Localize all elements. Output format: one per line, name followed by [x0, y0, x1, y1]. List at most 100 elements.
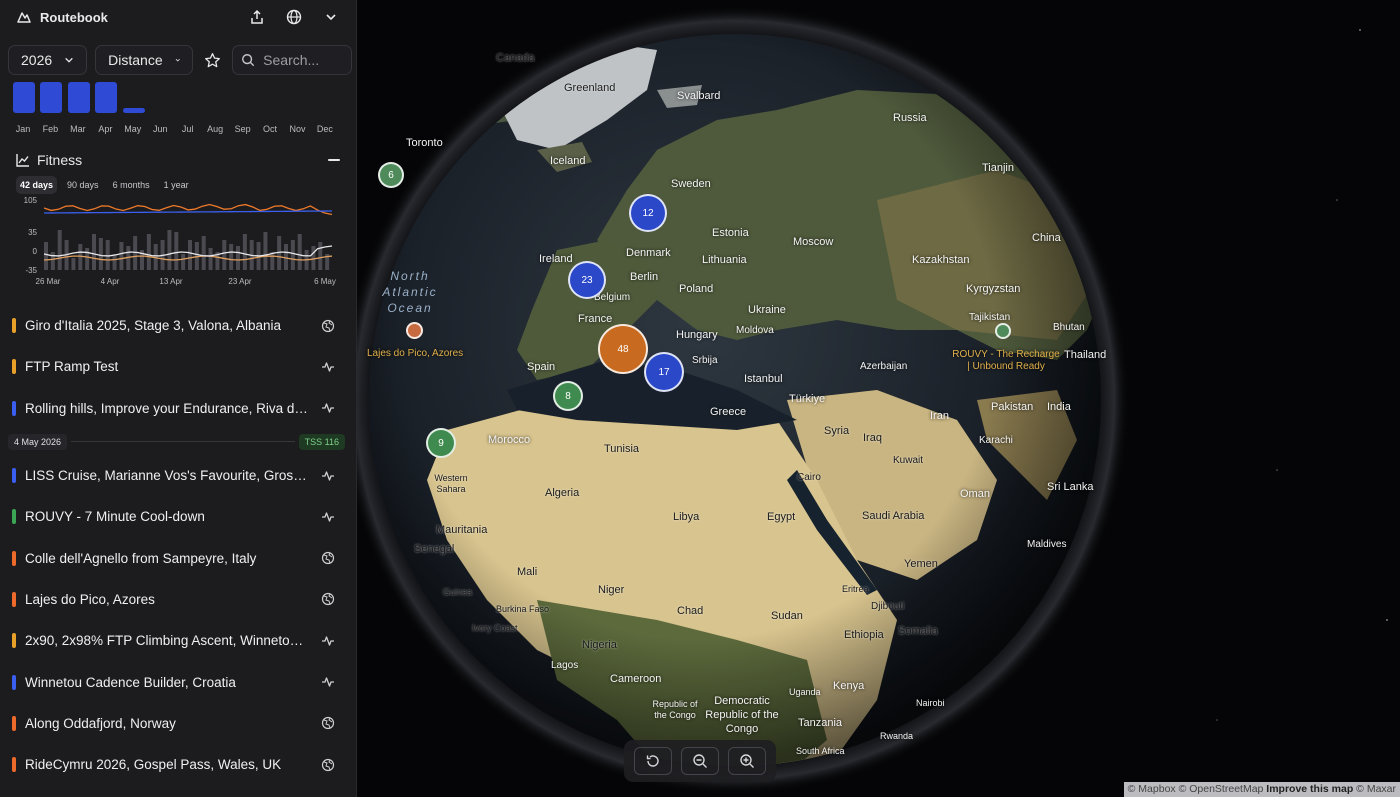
collapse-icon[interactable]: [328, 159, 340, 161]
month-column[interactable]: May: [122, 82, 145, 134]
fitness-header[interactable]: Fitness: [0, 151, 356, 169]
sidebar: Routebook 2026 Distance Search... Jan Fe…: [0, 0, 357, 797]
training-load-bar: [50, 252, 55, 270]
share-icon[interactable]: [248, 8, 266, 26]
activity-item[interactable]: Rolling hills, Improve your Endurance, R…: [0, 388, 356, 429]
ocean-label: North Atlantic Ocean: [382, 269, 438, 315]
month-column[interactable]: Nov: [287, 82, 310, 134]
search-box[interactable]: [232, 45, 353, 75]
favorites-star-icon[interactable]: [204, 49, 221, 71]
globe-map[interactable]: Canada Greenland Svalbard Russia Toronto…: [357, 0, 1400, 797]
place-marker-lajes[interactable]: [406, 322, 423, 339]
map-label: Maldives: [1027, 539, 1067, 550]
month-label: Nov: [289, 124, 306, 134]
map-label: Ukraine: [748, 304, 786, 316]
cluster-marker[interactable]: 9: [426, 428, 456, 458]
month-column[interactable]: Jun: [149, 82, 172, 134]
globe-icon[interactable]: [285, 8, 303, 26]
month-column[interactable]: Mar: [67, 82, 90, 134]
activity-item[interactable]: ROUVY - 7 Minute Cool-down: [0, 496, 356, 537]
activity-item[interactable]: 2x90, 2x98% FTP Climbing Ascent, Winneto…: [0, 620, 356, 661]
chevron-down-icon[interactable]: [322, 8, 340, 26]
month-column[interactable]: Sep: [232, 82, 255, 134]
map-label: South Africa: [796, 746, 845, 756]
map-label: Guinea: [443, 587, 473, 597]
activity-name: ROUVY - 7 Minute Cool-down: [25, 509, 205, 525]
month-column[interactable]: Aug: [204, 82, 227, 134]
year-select[interactable]: 2026: [8, 45, 88, 75]
activity-color-stripe: [12, 400, 16, 416]
training-load-bar: [92, 234, 96, 270]
reset-view-button[interactable]: [634, 747, 673, 775]
month-bar: [67, 82, 90, 113]
activity-name: Colle dell'Agnello from Sampeyre, Italy: [25, 550, 257, 566]
cluster-marker[interactable]: 23: [568, 261, 606, 299]
cluster-marker[interactable]: 48: [598, 324, 648, 374]
activity-item[interactable]: FTP Ramp Test: [0, 346, 356, 387]
activity-item[interactable]: LISS Cruise, Marianne Vos's Favourite, G…: [0, 455, 356, 496]
map-label: Mali: [517, 566, 538, 578]
activity-item[interactable]: RideCymru 2026, Gospel Pass, Wales, UK: [0, 744, 356, 785]
month-column[interactable]: Feb: [39, 82, 63, 134]
map-label: Rwanda: [880, 731, 914, 741]
activity-icon: [322, 362, 334, 372]
filter-controls: 2026 Distance: [0, 34, 356, 75]
cluster-marker[interactable]: 8: [553, 381, 583, 411]
map-controls: [624, 740, 776, 782]
range-tab[interactable]: 1 year: [160, 176, 193, 194]
map-label: Yemen: [904, 558, 938, 570]
training-load-bar: [98, 238, 103, 270]
monthly-distance-bars: Jan Feb Mar Apr May Jun Jul Aug Sep Oct Nov Dec: [12, 82, 344, 134]
map-attribution: © Mapbox © OpenStreetMap Improve this ma…: [1123, 782, 1400, 797]
month-column[interactable]: Oct: [259, 82, 282, 134]
cluster-marker[interactable]: 6: [378, 162, 404, 188]
date-separator: 4 May 2026 TSS 116: [0, 429, 356, 455]
map-label: Cairo: [797, 472, 821, 483]
month-bar: [40, 82, 63, 113]
map-label: Nigeria: [582, 639, 617, 651]
map-label: Uganda: [789, 687, 821, 697]
activity-item[interactable]: Lajes do Pico, Azores: [0, 579, 356, 620]
training-load-bar: [105, 240, 110, 270]
zoom-out-button[interactable]: [680, 747, 719, 775]
divider: [71, 441, 295, 443]
search-input[interactable]: [263, 52, 344, 68]
range-tab[interactable]: 42 days: [16, 176, 58, 194]
training-load-bar: [57, 230, 62, 270]
attribution-maxar[interactable]: © Maxar: [1356, 783, 1396, 795]
activity-item[interactable]: Winnetou Cadence Builder, Croatia: [0, 661, 356, 702]
month-label: Sep: [234, 124, 251, 134]
activity-name: 2x90, 2x98% FTP Climbing Ascent, Winneto…: [25, 633, 309, 649]
cluster-marker[interactable]: 12: [629, 194, 667, 232]
metric-select[interactable]: Distance: [95, 45, 194, 75]
improve-map-link[interactable]: Improve this map: [1266, 783, 1353, 795]
training-load-bar: [318, 242, 323, 270]
x-tick-label: 13 Apr: [159, 277, 182, 286]
map-label: Toronto: [406, 137, 443, 149]
activity-name: Giro d'Italia 2025, Stage 3, Valona, Alb…: [25, 318, 282, 334]
activity-icon: [322, 403, 334, 413]
month-column[interactable]: Dec: [314, 82, 337, 134]
map-label: Canada: [496, 52, 535, 64]
activity-item[interactable]: Colle dell'Agnello from Sampeyre, Italy: [0, 537, 356, 578]
map-label: Chad: [677, 605, 704, 617]
zoom-in-button[interactable]: [727, 747, 766, 775]
activity-color-stripe: [12, 715, 16, 731]
activity-item[interactable]: Along Oddafjord, Norway: [0, 703, 356, 744]
activity-name: FTP Ramp Test: [25, 359, 119, 375]
attribution-osm[interactable]: © OpenStreetMap: [1179, 783, 1264, 795]
attribution-mapbox[interactable]: © Mapbox: [1128, 783, 1176, 795]
activity-item[interactable]: Giro d'Italia 2025, Stage 3, Valona, Alb…: [0, 305, 356, 346]
month-column[interactable]: Jul: [177, 82, 200, 134]
place-marker-rouvy[interactable]: [995, 323, 1011, 339]
training-load-bar: [290, 240, 295, 270]
map-label: Pakistan: [991, 401, 1034, 413]
routebook-logo-icon: [17, 12, 31, 23]
cluster-marker[interactable]: 17: [644, 352, 684, 392]
map-label: Djibouti: [871, 601, 905, 612]
month-column[interactable]: Jan: [12, 82, 35, 134]
range-tab[interactable]: 6 months: [109, 176, 154, 194]
month-label: May: [124, 124, 142, 134]
month-column[interactable]: Apr: [94, 82, 118, 134]
range-tab[interactable]: 90 days: [63, 176, 103, 194]
